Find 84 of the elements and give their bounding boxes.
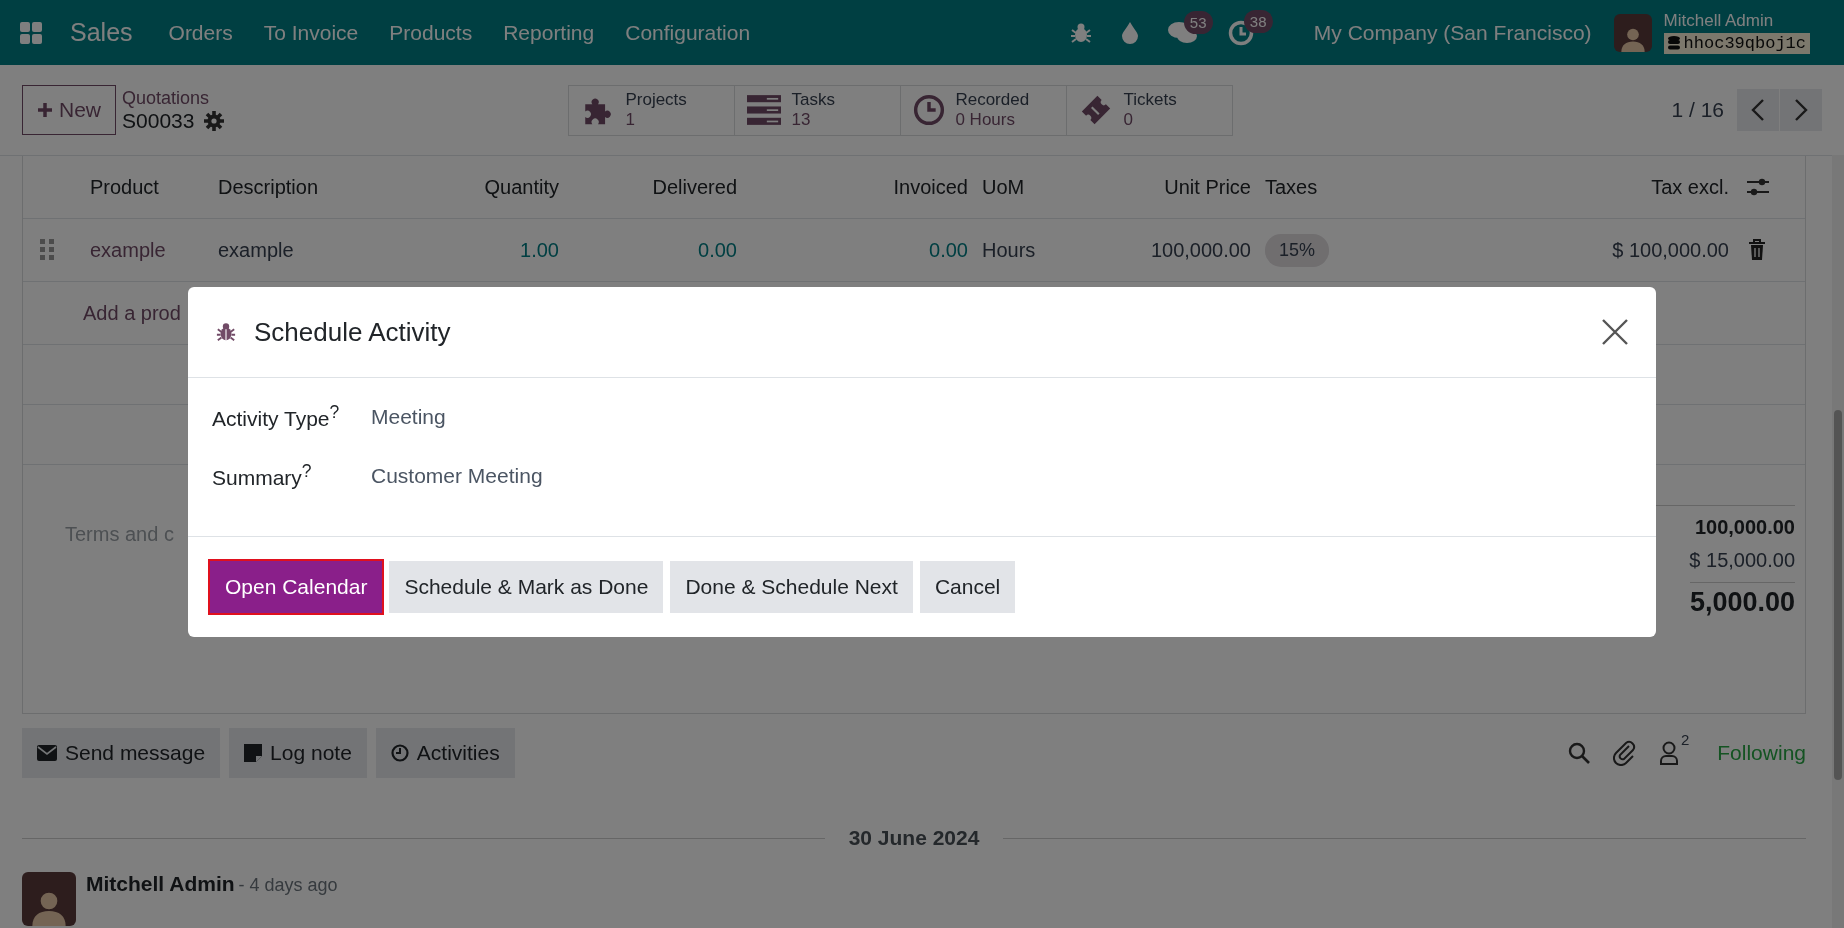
- settings-icon[interactable]: [1746, 176, 1770, 198]
- stat-button[interactable]: Tasks 13: [734, 84, 902, 136]
- drag-handle-icon[interactable]: [40, 239, 54, 261]
- chatter-button[interactable]: Send message: [22, 728, 221, 778]
- new-button[interactable]: New: [22, 85, 116, 135]
- search-icon[interactable]: [1566, 741, 1591, 765]
- menu-item[interactable]: Reporting: [503, 20, 595, 45]
- message-count-badge: 53: [1183, 10, 1213, 34]
- date-separator: 30 June 2024: [848, 826, 980, 850]
- drop-icon[interactable]: [1121, 21, 1138, 44]
- column-header[interactable]: Quantity: [411, 175, 566, 199]
- breadcrumb-link[interactable]: Quotations: [122, 87, 225, 109]
- user-name[interactable]: Mitchell Admin: [1663, 10, 1810, 31]
- message-time: - 4 days ago: [238, 875, 338, 895]
- menu-item[interactable]: Orders: [168, 20, 233, 45]
- company-switcher[interactable]: My Company (San Francisco): [1313, 20, 1592, 45]
- next-button[interactable]: [1780, 89, 1822, 131]
- column-header[interactable]: Product: [83, 175, 211, 199]
- column-header[interactable]: Description: [211, 175, 411, 199]
- stat-button[interactable]: Tickets 0: [1066, 84, 1234, 136]
- previous-button[interactable]: [1737, 89, 1779, 131]
- bug-icon: [216, 322, 236, 342]
- field-label: Activity Type$^{?}$: [212, 402, 341, 431]
- column-header[interactable]: Invoiced: [744, 175, 975, 199]
- pager-value: 1 / 16: [1671, 98, 1724, 122]
- gear-icon[interactable]: [204, 110, 225, 131]
- table-cell-text: 1.00: [519, 238, 560, 262]
- menu-item[interactable]: Products: [389, 20, 473, 45]
- add-product-link[interactable]: Add a prod: [83, 301, 181, 325]
- chatter-button[interactable]: Log note: [229, 728, 367, 778]
- table-cell-text: example: [217, 238, 295, 262]
- clock-icon: [390, 744, 409, 762]
- author-avatar: [22, 872, 76, 926]
- app-name[interactable]: Sales: [70, 18, 133, 47]
- close-button[interactable]: [1602, 319, 1628, 345]
- table-cell-text: 0.00: [928, 238, 969, 262]
- trash-icon[interactable]: [1748, 239, 1766, 261]
- database-icon: [1667, 36, 1680, 51]
- column-header[interactable]: Delivered: [566, 175, 744, 199]
- dialog-button[interactable]: Cancel: [919, 561, 1016, 613]
- activity-count-badge: 38: [1243, 9, 1273, 33]
- field-label: Summary$^{?}$: [212, 461, 313, 490]
- total-amount: $ 15,000.00: [1689, 549, 1795, 572]
- total-amount: 100,000.00: [1694, 516, 1795, 539]
- column-header[interactable]: Tax excl.: [1558, 175, 1736, 199]
- apps-menu-icon[interactable]: [20, 21, 42, 44]
- dialog-button[interactable]: Open Calendar: [210, 561, 383, 613]
- envelope-icon: [37, 745, 57, 761]
- paperclip-icon[interactable]: [1612, 740, 1637, 766]
- tax-tag: 15%: [1265, 233, 1330, 267]
- column-header[interactable]: Taxes: [1258, 175, 1558, 199]
- person-icon[interactable]: [1658, 741, 1679, 765]
- table-cell-text: $ 100,000.00: [1611, 238, 1730, 262]
- table-cell-text: 0.00: [697, 238, 738, 262]
- note-icon: [244, 744, 263, 762]
- table-cell-text: 100,000.00: [1149, 238, 1252, 262]
- user-avatar[interactable]: [1613, 13, 1652, 52]
- stat-button[interactable]: Projects 1: [568, 84, 736, 136]
- column-header[interactable]: UoM: [975, 175, 1115, 199]
- follower-count: 2: [1680, 731, 1690, 748]
- dialog-title: Schedule Activity: [254, 316, 451, 348]
- chevron-right-icon: [1794, 99, 1808, 121]
- menu-item[interactable]: To Invoice: [263, 20, 359, 45]
- following-button[interactable]: Following: [1717, 741, 1806, 765]
- table-cell-text: Hours: [981, 238, 1037, 262]
- clock-icon: [913, 94, 946, 126]
- record-name: S00033: [122, 108, 195, 133]
- plus-icon: [37, 102, 53, 118]
- stat-button[interactable]: Recorded 0 Hours: [900, 84, 1068, 136]
- message-author[interactable]: Mitchell Admin: [86, 872, 235, 895]
- column-header[interactable]: Unit Price: [1115, 175, 1258, 199]
- field-value[interactable]: Customer Meeting: [371, 463, 543, 488]
- chatter-button[interactable]: Activities: [375, 728, 515, 778]
- total-amount: 5,000.00: [1689, 582, 1795, 618]
- bug-icon[interactable]: [1069, 21, 1092, 44]
- table-cell[interactable]: example: [83, 238, 211, 262]
- menu-item[interactable]: Configuration: [625, 20, 751, 45]
- field-value[interactable]: Meeting: [371, 404, 446, 429]
- scrollbar[interactable]: [1832, 155, 1844, 928]
- chevron-left-icon: [1751, 99, 1765, 121]
- dialog-button[interactable]: Schedule & Mark as Done: [389, 561, 664, 613]
- tasks-icon: [747, 95, 782, 125]
- database-tag: hhoc39qboj1c: [1663, 32, 1810, 54]
- dialog-button[interactable]: Done & Schedule Next: [670, 561, 913, 613]
